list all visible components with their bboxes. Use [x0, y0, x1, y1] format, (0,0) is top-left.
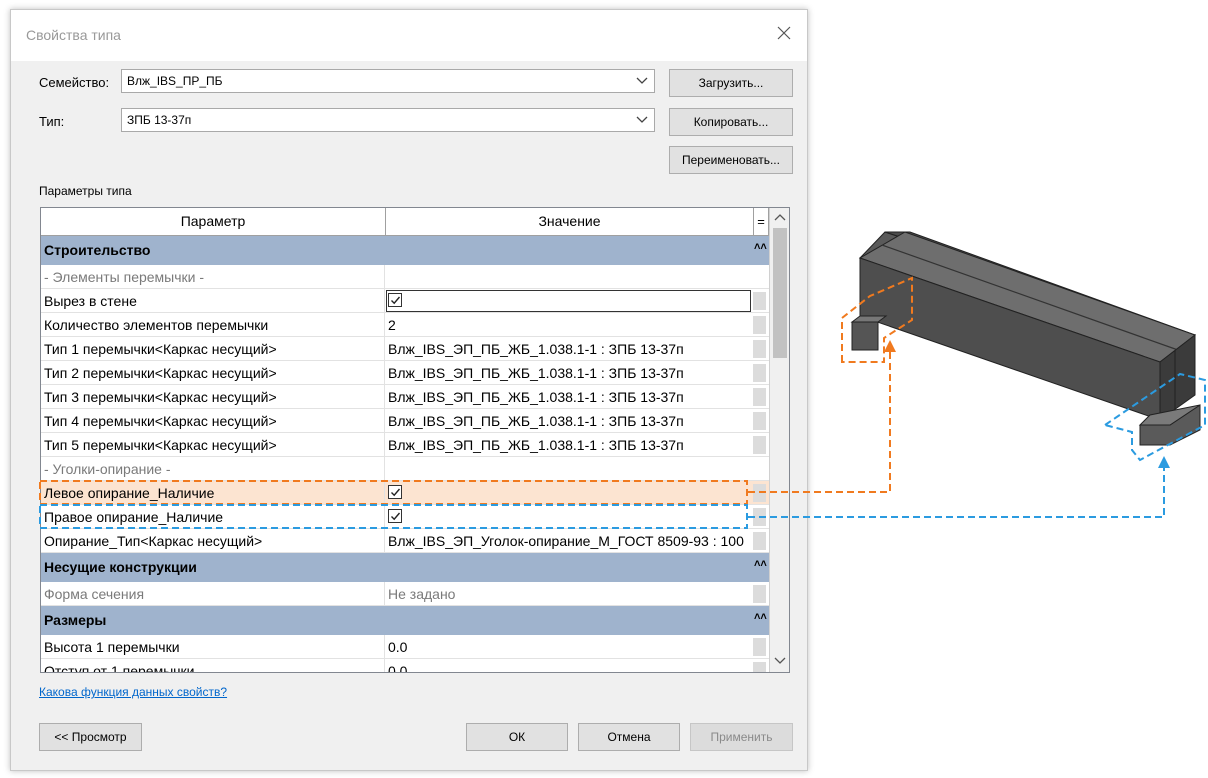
left-connector-arrow-icon — [884, 340, 896, 352]
lintel-illustration-overlay — [39, 231, 1206, 529]
right-connector-arrow-icon — [1158, 456, 1170, 468]
right-support-highlight-frame — [39, 504, 748, 529]
right-support-connector — [748, 461, 1165, 518]
left-support-connector — [748, 345, 891, 493]
lintel-3d-model — [850, 231, 1201, 446]
left-support-highlight-frame — [39, 480, 748, 505]
